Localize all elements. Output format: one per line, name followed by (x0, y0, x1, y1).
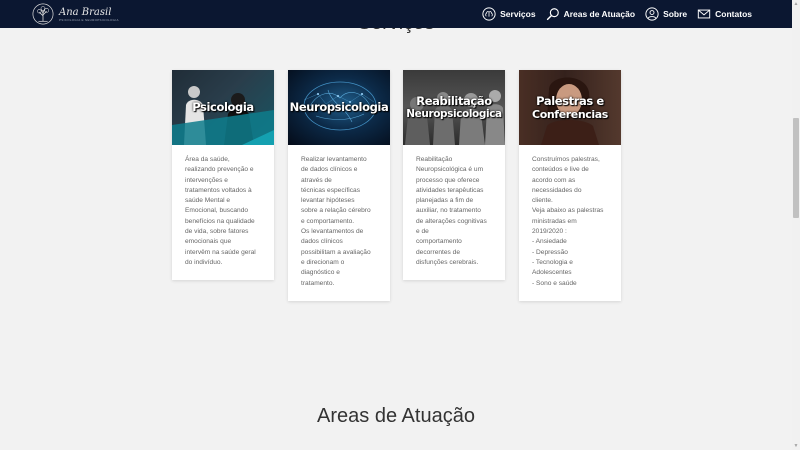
nav-item-contatos[interactable]: Contatos (697, 7, 752, 21)
psicologia-card-image: Psicologia (172, 70, 274, 145)
palestras-card-text: Construímos palestras, conteúdos e live … (532, 156, 604, 287)
brand-tagline: PSICOLOGIA E NEUROPSICOLOGIA (59, 17, 119, 22)
palestras-title-line1: Palestras e (536, 93, 604, 108)
palestras-card-body: Construímos palestras, conteúdos e live … (519, 145, 621, 301)
palestras-card-image: Palestras e Conferencias (519, 70, 621, 145)
nav-label-areas: Areas de Atuação (563, 9, 636, 19)
tree-logo-icon (32, 3, 54, 25)
psicologia-card-title: Psicologia (192, 100, 254, 114)
brand-logo[interactable]: Ana Brasil PSICOLOGIA E NEUROPSICOLOGIA (32, 3, 119, 25)
nav-menu: Serviços Areas de Atuação Sobre Contatos (472, 0, 752, 28)
service-card-psicologia[interactable]: Psicologia Área da saúde, realizando pre… (172, 70, 274, 281)
service-card-reabilitacao[interactable]: Reabilitação Neuropsicologica Reabilitaç… (403, 70, 505, 281)
magnifier-icon (546, 8, 559, 21)
nav-label-contatos: Contatos (715, 9, 752, 19)
reabilitacao-card-text: Reabilitação Neuropsicológica é um proce… (416, 156, 487, 266)
nav-item-servicos[interactable]: Serviços (482, 7, 536, 21)
service-card-neuropsicologia[interactable]: Neuropsicologia Realizar levantamento de… (288, 70, 390, 301)
neuropsicologia-card-title: Neuropsicologia (289, 100, 389, 114)
reabilitacao-title-line2: Neuropsicologica (406, 107, 502, 120)
neuropsicologia-card-body: Realizar levantamento de dados clínicos … (288, 145, 390, 301)
vertical-scrollbar[interactable]: ▲ ▼ (792, 0, 800, 450)
neuropsicologia-card-text: Realizar levantamento de dados clínicos … (301, 156, 371, 287)
user-icon (645, 7, 659, 21)
reabilitacao-title-line1: Reabilitação (416, 93, 492, 108)
areas-section-title: Areas de Atuação (317, 405, 475, 427)
brand-name: Ana Brasil (59, 6, 112, 18)
psicologia-card-body: Área da saúde, realizando prevenção e in… (172, 145, 274, 280)
reabilitacao-card-body: Reabilitação Neuropsicológica é um proce… (403, 145, 505, 280)
palestras-title-line2: Conferencias (532, 107, 608, 121)
envelope-icon (697, 9, 711, 19)
scroll-down-arrow-icon[interactable]: ▼ (792, 442, 800, 450)
nav-label-sobre: Sobre (663, 9, 688, 19)
nav-item-areas-de-atuacao[interactable]: Areas de Atuação (546, 7, 636, 21)
top-navbar: Ana Brasil PSICOLOGIA E NEUROPSICOLOGIA … (0, 0, 792, 28)
brain-icon (482, 7, 496, 21)
scroll-up-arrow-icon[interactable]: ▲ (792, 0, 800, 8)
palestras-card-title: Palestras e Conferencias (532, 93, 608, 121)
nav-label-servicos: Serviços (500, 9, 536, 19)
reabilitacao-card-title: Reabilitação Neuropsicologica (406, 93, 502, 121)
reabilitacao-card-image: Reabilitação Neuropsicologica (403, 70, 505, 145)
service-card-palestras[interactable]: Palestras e Conferencias Construímos pal… (519, 70, 621, 301)
nav-item-sobre[interactable]: Sobre (645, 7, 687, 21)
scrollbar-thumb[interactable] (793, 118, 799, 218)
neuropsicologia-card-image: Neuropsicologia (288, 70, 390, 145)
psicologia-card-text: Área da saúde, realizando prevenção e in… (185, 156, 256, 266)
